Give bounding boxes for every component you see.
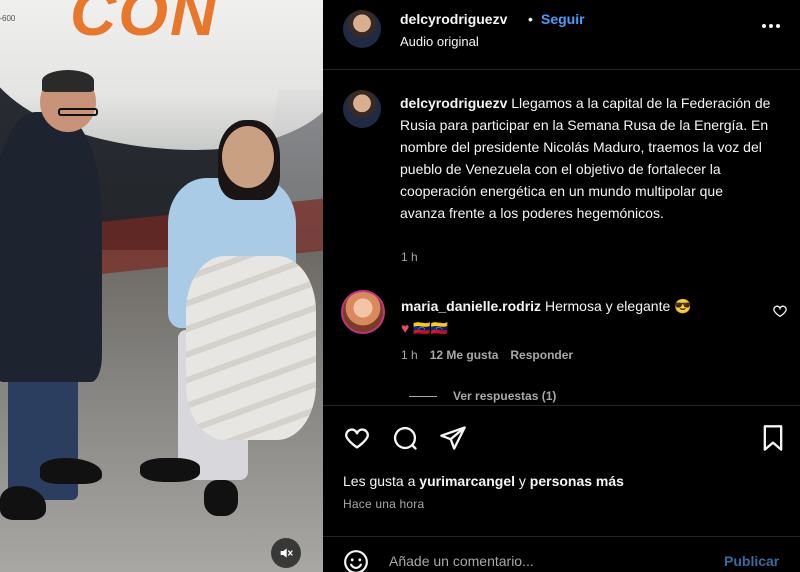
comment-timestamp[interactable]: 1 h (401, 348, 418, 362)
post-sidebar: delcyrodriguezv • Seguir Audio original … (323, 0, 800, 572)
comment-meta: 1 h 12 Me gusta Responder (401, 348, 573, 362)
comment-bar: Añade un comentario... Publicar (323, 536, 800, 572)
likes-mid: y (515, 473, 530, 489)
plane-logo: CON (70, 0, 219, 49)
comment-bubble-icon[interactable] (391, 424, 419, 452)
author-avatar[interactable] (343, 10, 381, 48)
audio-label[interactable]: Audio original (400, 34, 479, 49)
caption-username[interactable]: delcyrodriguezv (400, 95, 507, 111)
replies-divider (409, 395, 437, 397)
woman-head (222, 126, 274, 188)
glasses (58, 108, 98, 116)
share-send-icon[interactable] (439, 424, 467, 452)
caption-timestamp[interactable]: 1 h (401, 250, 418, 264)
man-hair (42, 70, 94, 92)
red-heart-emoji: ♥ (401, 320, 410, 336)
more-horizontal-icon (762, 24, 780, 28)
comment-heart-icon[interactable] (772, 303, 788, 319)
caption-author-avatar[interactable] (343, 90, 381, 128)
likes-others[interactable]: personas más (530, 473, 624, 489)
comment-text: Hermosa y elegante 😎 (544, 298, 692, 314)
post-time[interactable]: Hace una hora (343, 497, 424, 511)
plane-code: 340-600 (0, 14, 16, 23)
reply-button[interactable]: Responder (510, 348, 573, 362)
author-username[interactable]: delcyrodriguezv (400, 11, 507, 27)
likes-summary: Les gusta a yurimarcangel y personas más (343, 473, 624, 489)
post-media[interactable]: CON 340-600 (0, 0, 323, 572)
woman-shoe (140, 458, 200, 482)
man-coat (0, 112, 102, 382)
post-header: delcyrodriguezv • Seguir Audio original (323, 0, 800, 70)
emoji-icon[interactable] (343, 549, 369, 572)
comment: maria_danielle.rodriz Hermosa y elegante… (401, 295, 771, 339)
publish-button[interactable]: Publicar (724, 553, 779, 569)
puffer-jacket (186, 256, 316, 440)
separator-dot: • (528, 11, 533, 27)
like-heart-icon[interactable] (343, 424, 371, 452)
speaker-muted-icon (280, 548, 293, 558)
comment-username[interactable]: maria_danielle.rodriz (401, 298, 541, 314)
post-actions: Les gusta a yurimarcangel y personas más… (323, 405, 800, 572)
comment-likes[interactable]: 12 Me gusta (430, 348, 499, 362)
view-replies-button[interactable]: Ver respuestas (1) (409, 389, 556, 403)
commenter-avatar[interactable] (341, 290, 385, 334)
likes-prefix: Les gusta a (343, 473, 420, 489)
post-caption: delcyrodriguezv Llegamos a la capital de… (400, 92, 772, 224)
comment-input[interactable]: Añade un comentario... (389, 553, 534, 569)
caption-text: Llegamos a la capital de la Federación d… (400, 95, 771, 221)
likes-user[interactable]: yurimarcangel (419, 473, 515, 489)
flag-emoji: 🇻🇪🇻🇪 (413, 320, 449, 336)
bookmark-icon[interactable] (759, 424, 787, 452)
more-options-button[interactable] (759, 14, 783, 38)
follow-button[interactable]: Seguir (541, 11, 585, 27)
view-replies-label: Ver respuestas (1) (453, 389, 557, 403)
woman-shoe (204, 480, 238, 516)
mute-button[interactable] (271, 538, 301, 568)
